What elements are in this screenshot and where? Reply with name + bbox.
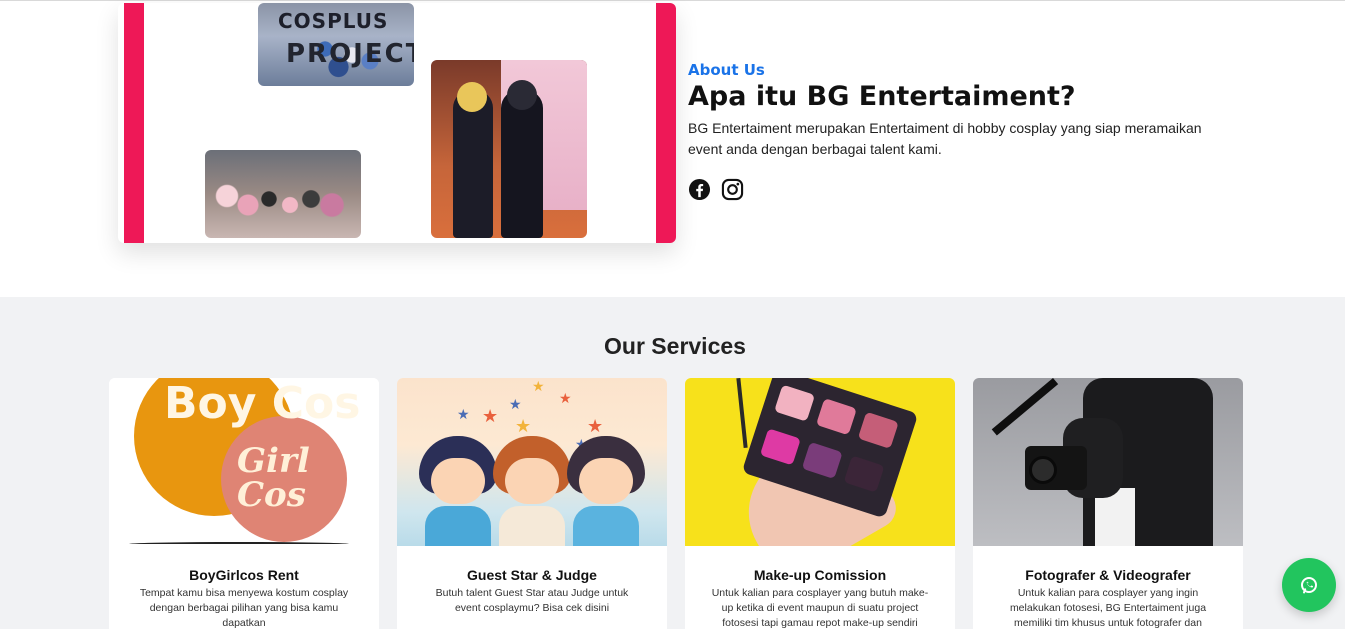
service-card-guest-star-judge[interactable]: ★ ★ ★ ★ ★ ★ ★ ★ ★ Gu <box>397 378 667 638</box>
photo-banner-text-top: COSPLUS <box>278 9 389 33</box>
star-decoration: ★ <box>515 416 532 436</box>
kid-figure-right <box>567 436 645 546</box>
service-card-title: Make-up Comission <box>753 567 887 583</box>
facebook-icon[interactable] <box>688 178 711 201</box>
star-decoration: ★ <box>532 378 545 394</box>
service-card-description: Butuh talent Guest Star atau Judge untuk… <box>435 587 629 614</box>
about-kicker: About Us <box>688 61 765 79</box>
boygirlcos-image: Boy Cos Girl Cos <box>109 378 379 546</box>
boycos-logo-text: Boy Cos <box>164 378 361 429</box>
cosplay-group-photo: COSPLUS PROJECT <box>258 3 414 86</box>
star-decoration: ★ <box>482 406 499 426</box>
instagram-icon[interactable] <box>721 178 744 201</box>
performer-2-head <box>507 80 537 110</box>
star-decoration: ★ <box>509 396 522 412</box>
services-section: Our Services Boy Cos Girl Cos BoyGirlcos… <box>0 297 1345 638</box>
camera-lens <box>1029 456 1057 484</box>
performer-1 <box>453 90 493 238</box>
brush-handle <box>736 378 748 449</box>
service-card-title: Fotografer & Videografer <box>1025 567 1191 583</box>
whatsapp-chat-button[interactable] <box>1282 558 1336 612</box>
singing-kids-illustration: ★ ★ ★ ★ ★ ★ ★ ★ ★ <box>397 378 667 546</box>
kid-figure-center <box>493 436 571 546</box>
makeup-palette-photo <box>685 378 955 546</box>
accent-stripe-left <box>124 3 144 243</box>
service-card-title: BoyGirlcos Rent <box>189 567 299 583</box>
star-decoration: ★ <box>457 406 470 422</box>
photographer-photo <box>973 378 1243 546</box>
about-description: BG Entertaiment merupakan Entertaiment d… <box>688 120 1202 157</box>
star-decoration: ★ <box>587 416 604 436</box>
about-photo-collage: COSPLUS PROJECT <box>118 3 676 243</box>
star-decoration: ★ <box>559 390 572 406</box>
service-card-boygirlcos-rent[interactable]: Boy Cos Girl Cos BoyGirlcos Rent Tempat … <box>109 378 379 638</box>
cosplay-event-group-photo <box>205 150 361 238</box>
about-section-text: About Us Apa itu BG Entertaiment? BG Ent… <box>688 61 1248 160</box>
whatsapp-icon <box>1301 577 1317 594</box>
service-card-description: Untuk kalian para cosplayer yang butuh m… <box>711 587 929 629</box>
camera-strap <box>991 378 1059 436</box>
cosplay-stage-performance-photo <box>431 60 587 238</box>
accent-curve-right <box>576 3 656 178</box>
service-card-description: Tempat kamu bisa menyewa kostum cosplay … <box>139 587 349 629</box>
accent-curve-left <box>144 3 204 243</box>
accent-stripe-right <box>656 3 676 243</box>
top-divider <box>0 0 1345 1</box>
photo-banner-text-bottom: PROJECT <box>286 39 414 69</box>
social-links <box>688 178 744 201</box>
performer-1-head <box>457 82 487 112</box>
decorative-scribble <box>129 542 349 546</box>
about-title: Apa itu BG Entertaiment? <box>688 81 1076 112</box>
services-title: Our Services <box>604 333 746 359</box>
group-figures <box>213 172 353 232</box>
service-card-description: Untuk kalian para cosplayer yang ingin m… <box>1009 587 1207 629</box>
service-card-makeup-comission[interactable]: Make-up Comission Untuk kalian para cosp… <box>685 378 955 638</box>
kid-figure-left <box>419 436 497 546</box>
girlcos-logo-text: Girl Cos <box>237 441 310 515</box>
performer-2 <box>501 90 543 238</box>
service-card-title: Guest Star & Judge <box>467 567 597 583</box>
service-card-fotografer-videografer[interactable]: Fotografer & Videografer Untuk kalian pa… <box>973 378 1243 638</box>
